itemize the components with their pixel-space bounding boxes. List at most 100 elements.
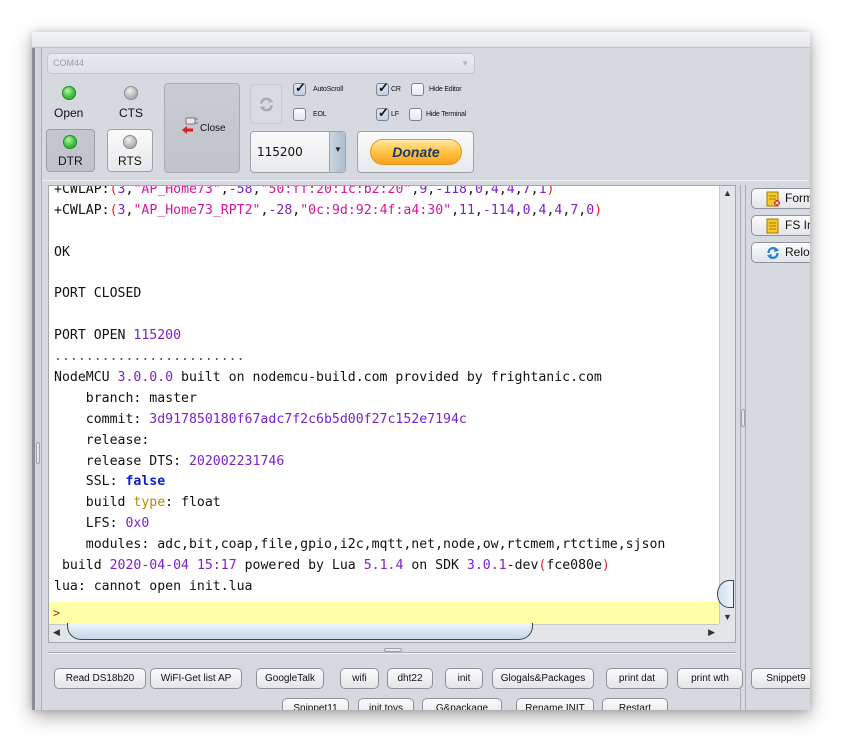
- eol-label: EOL: [313, 111, 327, 118]
- lf-label: LF: [391, 111, 399, 118]
- splitter-grip[interactable]: [741, 409, 745, 427]
- terminal-token: PORT CLOSED: [54, 286, 142, 302]
- cr-checkbox[interactable]: ✓: [376, 80, 389, 96]
- fs-info-button[interactable]: FS Info: [751, 215, 810, 236]
- terminal-token: build: [54, 558, 110, 574]
- terminal-token: "50:ff:20:1c:b2:20": [260, 186, 412, 197]
- scroll-right-icon[interactable]: ▶: [708, 627, 715, 638]
- lf-checkbox[interactable]: ✓: [376, 105, 389, 121]
- terminal-token: "AP_Home73_RPT2": [133, 202, 261, 218]
- terminal-line: SSL: false: [54, 472, 665, 493]
- snippet-button[interactable]: WiFI-Get list AP: [150, 668, 242, 689]
- autoscroll-label: AutoScroll: [313, 86, 343, 93]
- terminal-line: modules: adc,bit,coap,file,gpio,i2c,mqtt…: [54, 535, 666, 556]
- rts-toggle-button[interactable]: RTS: [107, 129, 153, 172]
- horizontal-splitter[interactable]: [48, 648, 736, 654]
- terminal-token: ,: [530, 186, 539, 197]
- snippet-button[interactable]: Rename INIT: [516, 698, 594, 710]
- snippet-button[interactable]: G&package: [422, 698, 502, 710]
- terminal-token: LFS:: [54, 516, 126, 532]
- terminal-token: built on nodemcu-build.com provided by f…: [173, 370, 602, 386]
- snippet-button[interactable]: init: [445, 668, 483, 689]
- open-label: Open: [54, 106, 84, 120]
- toolbar-divider: [42, 180, 808, 181]
- baud-dropdown-button[interactable]: ▼: [329, 132, 345, 172]
- hide-editor-checkbox[interactable]: [411, 83, 424, 96]
- snippet-button[interactable]: Glogals&Packages: [492, 668, 594, 689]
- terminal-line: NodeMCU 3.0.0.0 built on nodemcu-build.c…: [54, 368, 665, 389]
- vertical-splitter[interactable]: [740, 185, 746, 710]
- terminal-token: 3.0.0.0: [117, 370, 174, 386]
- format-drive-icon: [766, 191, 780, 207]
- donate-label: Donate: [370, 139, 462, 165]
- terminal-horizontal-scrollbar[interactable]: ◀ ▶: [49, 623, 719, 642]
- terminal-token: (: [109, 186, 118, 197]
- snippet-button[interactable]: print dat: [606, 668, 668, 689]
- terminal-line: commit: 3d917850180f67adc7f2c6b5d00f27c1…: [54, 410, 665, 431]
- baud-rate-select[interactable]: 115200 ▼: [250, 131, 346, 173]
- snippet-button[interactable]: dht22: [387, 668, 433, 689]
- splitter-grip[interactable]: [384, 648, 402, 652]
- snippet-button[interactable]: Read DS18b20: [54, 668, 146, 689]
- hide-terminal-checkbox[interactable]: [409, 108, 422, 121]
- terminal-token: ,: [514, 202, 523, 218]
- eol-checkbox[interactable]: [293, 108, 306, 121]
- terminal-token: 2020-04-04: [109, 558, 189, 574]
- dtr-toggle-button[interactable]: DTR: [46, 129, 95, 172]
- horizontal-scroll-thumb[interactable]: [67, 623, 533, 640]
- format-label: Format: [785, 191, 810, 205]
- terminal-token: on SDK: [403, 558, 467, 574]
- snippet-button[interactable]: Restart: [602, 698, 668, 710]
- terminal-token: commit:: [54, 411, 150, 427]
- port-select[interactable]: COM44 ▼: [47, 53, 475, 74]
- scroll-up-icon[interactable]: ▲: [723, 188, 732, 198]
- snippet-button[interactable]: Snippet11: [282, 698, 349, 710]
- snippet-button[interactable]: GoogleTalk: [256, 668, 324, 689]
- snippet-button[interactable]: init toys: [358, 698, 414, 710]
- terminal-token: ): [601, 558, 610, 574]
- donate-button[interactable]: Donate: [357, 131, 474, 173]
- baud-rate-value: 115200: [257, 145, 303, 159]
- scroll-down-icon[interactable]: ▼: [723, 612, 732, 622]
- reload-button[interactable]: Reload: [751, 242, 810, 263]
- close-port-button[interactable]: Close: [164, 83, 240, 173]
- terminal-token: "AP_Home73": [133, 186, 221, 197]
- terminal-token: "0c:9d:92:4f:a4:30": [300, 202, 452, 218]
- terminal-token: lua: cannot open init.lua: [54, 578, 253, 594]
- terminal-input-line[interactable]: >: [49, 602, 719, 624]
- terminal-token: 3.0.1: [466, 558, 507, 574]
- hide-editor-label: Hide Editor: [429, 86, 462, 93]
- terminal-line: release:: [54, 431, 665, 452]
- terminal-token: 0: [586, 202, 595, 218]
- refresh-ports-button[interactable]: [250, 84, 282, 124]
- vertical-scroll-thumb[interactable]: [717, 580, 734, 608]
- splitter-grip[interactable]: [36, 442, 40, 464]
- terminal-token: ,: [220, 186, 229, 197]
- scroll-left-icon[interactable]: ◀: [53, 627, 60, 638]
- terminal-token: OK: [54, 244, 70, 260]
- terminal-token: +CWLAP:: [54, 202, 110, 218]
- autoscroll-checkbox[interactable]: ✓: [293, 80, 306, 96]
- format-button[interactable]: Format: [751, 188, 810, 209]
- snippet-button[interactable]: print wth: [677, 668, 743, 689]
- close-label: Close: [200, 123, 226, 134]
- terminal-token: +CWLAP:: [54, 186, 110, 197]
- terminal-token: ,: [467, 186, 475, 197]
- snippet-button[interactable]: Snippet9: [751, 668, 810, 689]
- terminal-token: ): [594, 202, 603, 218]
- terminal-token: SSL:: [54, 474, 126, 490]
- snippet-button[interactable]: wifi: [340, 668, 379, 689]
- terminal-token: 11: [459, 202, 475, 218]
- terminal-output[interactable]: +CWLAP:(3,"AP_Home73",-58,"50:ff:20:1c:b…: [49, 186, 719, 624]
- terminal-token: 4: [506, 186, 515, 197]
- refresh-icon: [259, 97, 274, 112]
- terminal-line: build type: float: [54, 493, 665, 514]
- terminal-vertical-scrollbar[interactable]: ▲ ▼: [717, 186, 735, 624]
- left-splitter[interactable]: [32, 48, 42, 710]
- open-led-icon: [62, 86, 76, 100]
- check-icon: ✓: [378, 80, 389, 95]
- terminal-token: 7: [522, 186, 531, 197]
- terminal-token: -114: [482, 202, 515, 218]
